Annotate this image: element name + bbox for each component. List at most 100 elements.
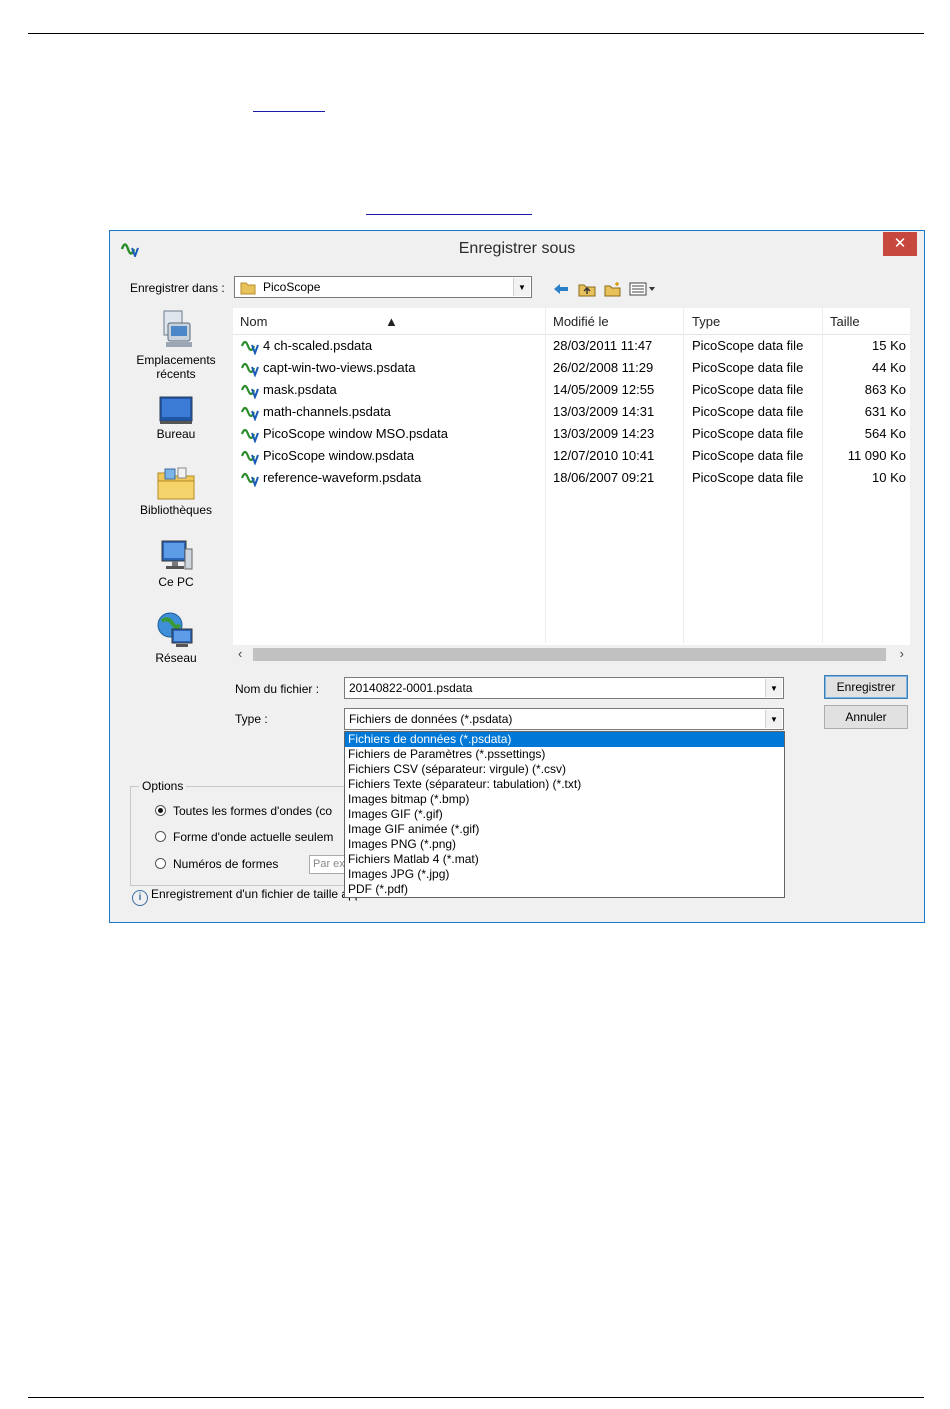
file-name: PicoScope window MSO.psdata (263, 426, 448, 441)
radio-label: Forme d'onde actuelle seulem (173, 830, 334, 844)
save-in-combo[interactable]: PicoScope ▼ (234, 276, 532, 298)
file-name: mask.psdata (263, 382, 337, 397)
type-option[interactable]: Fichiers Texte (séparateur: tabulation) … (345, 777, 784, 792)
libraries-icon (157, 467, 195, 500)
column-header-size[interactable]: Taille (830, 314, 860, 329)
up-folder-icon[interactable] (577, 279, 597, 299)
psdata-file-icon (241, 472, 259, 487)
file-name: reference-waveform.psdata (263, 470, 422, 485)
column-header-name[interactable]: Nom (240, 314, 267, 329)
new-folder-icon[interactable] (603, 279, 623, 299)
radio-waveform-numbers[interactable]: Numéros de formes (155, 857, 278, 871)
chevron-down-icon[interactable]: ▼ (513, 278, 530, 296)
file-name: 4 ch-scaled.psdata (263, 338, 373, 353)
document-link-underline[interactable] (366, 214, 532, 215)
recent-places-icon (163, 310, 192, 347)
horizontal-scrollbar[interactable]: ‹ › (233, 645, 910, 664)
radio-button[interactable] (155, 831, 166, 842)
table-row[interactable]: 4 ch-scaled.psdata 28/03/2011 11:47 PicoSc… (233, 335, 910, 357)
type-option[interactable]: Images GIF (*.gif) (345, 807, 784, 822)
scroll-left-icon[interactable]: ‹ (238, 646, 242, 661)
radio-all-waveforms[interactable]: Toutes les formes d'ondes (co (155, 804, 332, 818)
network-icon (157, 612, 193, 647)
chevron-down-icon[interactable]: ▼ (765, 679, 782, 697)
file-size: 564 Ko (864, 426, 906, 441)
radio-label: Numéros de formes (173, 857, 279, 871)
view-menu-icon[interactable] (629, 279, 657, 299)
cancel-button[interactable]: Annuler (824, 705, 908, 729)
filename-label: Nom du fichier : (235, 682, 320, 696)
place-network[interactable]: Réseau (128, 611, 224, 665)
type-option[interactable]: Images JPG (*.jpg) (345, 867, 784, 882)
save-button[interactable]: Enregistrer (824, 675, 908, 699)
radio-current-waveform[interactable]: Forme d'onde actuelle seulem (155, 830, 333, 844)
close-button[interactable]: ✕ (883, 232, 917, 256)
file-name: capt-win-two-views.psdata (263, 360, 416, 375)
back-arrow-icon[interactable] (551, 279, 571, 299)
scrollbar-thumb[interactable] (253, 648, 886, 661)
file-type: PicoScope data file (692, 404, 804, 419)
table-row[interactable]: reference-waveform.psdata 18/06/2007 09:2… (233, 467, 910, 489)
place-recent[interactable]: Emplacements récents (128, 309, 224, 381)
file-name: math-channels.psdata (263, 404, 391, 419)
save-in-label: Enregistrer dans : (130, 281, 225, 295)
radio-button-checked[interactable] (155, 805, 166, 816)
table-row[interactable]: PicoScope window MSO.psdata 13/03/2009 14… (233, 423, 910, 445)
psdata-file-icon (241, 362, 259, 377)
file-list-header: ▲ Nom Modifié le Type Taille (233, 308, 910, 335)
file-type: PicoScope data file (692, 360, 804, 375)
type-option[interactable]: PDF (*.pdf) (345, 882, 784, 897)
scroll-right-icon[interactable]: › (900, 646, 904, 661)
psdata-file-icon (241, 428, 259, 443)
table-row[interactable]: math-channels.psdata 13/03/2009 14:31 Pico… (233, 401, 910, 423)
type-option[interactable]: Fichiers de Paramètres (*.pssettings) (345, 747, 784, 762)
file-size: 863 Ko (864, 382, 906, 397)
type-option[interactable]: Fichiers CSV (séparateur: virgule) (*.cs… (345, 762, 784, 777)
dialog-title: Enregistrer sous (458, 240, 576, 257)
info-icon: i (132, 890, 148, 906)
file-size: 10 Ko (872, 470, 906, 485)
place-libraries[interactable]: Bibliothèques (128, 465, 224, 517)
type-option[interactable]: Images PNG (*.png) (345, 837, 784, 852)
type-option[interactable]: Image GIF animée (*.gif) (345, 822, 784, 837)
save-in-value: PicoScope (263, 280, 321, 294)
type-option[interactable]: Fichiers Matlab 4 (*.mat) (345, 852, 784, 867)
type-label: Type : (235, 712, 268, 726)
file-modified: 13/03/2009 14:31 (553, 404, 655, 419)
type-select[interactable]: Fichiers de données (*.psdata) ▼ (344, 708, 784, 730)
table-row[interactable]: PicoScope window.psdata 12/07/2010 10:41 P… (233, 445, 910, 467)
computer-icon (161, 540, 193, 570)
psdata-file-icon (241, 406, 259, 421)
radio-label: Toutes les formes d'ondes (co (173, 804, 333, 818)
chevron-down-icon[interactable]: ▼ (765, 710, 782, 728)
place-label: Bureau (156, 427, 196, 441)
radio-button[interactable] (155, 858, 166, 869)
place-desktop[interactable]: Bureau (128, 395, 224, 441)
type-dropdown-list[interactable]: Fichiers de données (*.psdata) Fichiers d… (344, 731, 785, 898)
page-bottom-rule (28, 1397, 924, 1398)
type-option[interactable]: Fichiers de données (*.psdata) (345, 732, 784, 747)
table-row[interactable]: mask.psdata 14/05/2009 12:55 PicoScope dat… (233, 379, 910, 401)
type-option[interactable]: Images bitmap (*.bmp) (345, 792, 784, 807)
desktop-icon (159, 396, 193, 424)
table-row[interactable]: capt-win-two-views.psdata 26/02/2008 11:2… (233, 357, 910, 379)
place-this-pc[interactable]: Ce PC (128, 539, 224, 589)
column-header-type[interactable]: Type (692, 314, 720, 329)
file-modified: 14/05/2009 12:55 (553, 382, 655, 397)
file-list[interactable]: ▲ Nom Modifié le Type Taille 4 ch-scaled… (233, 308, 910, 663)
file-type: PicoScope data file (692, 448, 804, 463)
file-type: PicoScope data file (692, 382, 804, 397)
place-label: Réseau (155, 651, 197, 665)
filename-input[interactable]: 20140822-0001.psdata ▼ (344, 677, 784, 699)
save-as-dialog: Enregistrer sous ✕ Enregistrer dans : Pi… (109, 230, 925, 923)
document-link-underline[interactable] (253, 111, 325, 112)
file-size: 11 090 Ko (847, 448, 906, 463)
file-type: PicoScope data file (692, 426, 804, 441)
file-modified: 12/07/2010 10:41 (553, 448, 655, 463)
file-modified: 28/03/2011 11:47 (553, 338, 653, 353)
place-label: Bibliothèques (139, 503, 213, 517)
page-top-rule (28, 33, 924, 34)
folder-toolbar (551, 278, 657, 300)
file-modified: 26/02/2008 11:29 (553, 360, 654, 375)
column-header-modified[interactable]: Modifié le (553, 314, 609, 329)
